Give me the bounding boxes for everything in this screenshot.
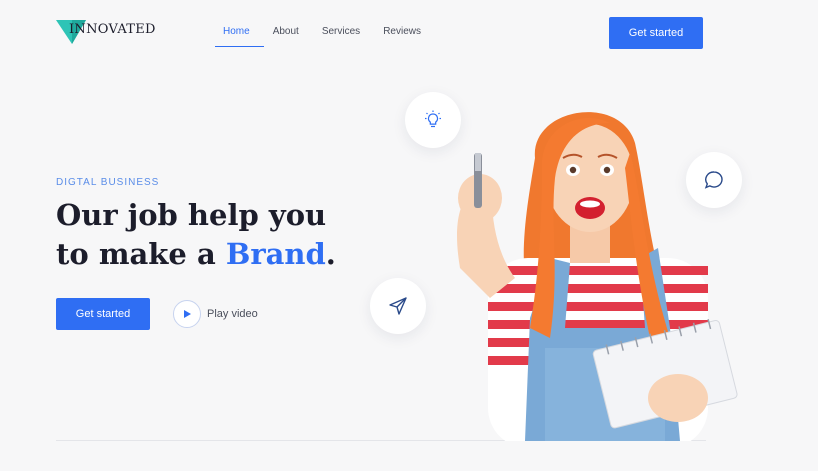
headline-line-1: Our job help you (56, 198, 327, 232)
hero-get-started-button[interactable]: Get started (56, 298, 150, 330)
nav-item-reviews[interactable]: Reviews (383, 26, 421, 45)
headline-highlight: Brand (225, 237, 326, 271)
send-bubble (370, 278, 426, 334)
nav-item-about[interactable]: About (273, 26, 299, 45)
play-video-label: Play video (207, 308, 258, 320)
nav-item-home[interactable]: Home (215, 26, 264, 47)
hero-eyebrow: DIGTAL BUSINESS (56, 177, 160, 188)
play-video-button[interactable]: Play video (173, 300, 258, 328)
nav-item-services[interactable]: Services (322, 26, 360, 45)
headline-line-2-prefix: to make a (56, 237, 226, 271)
logo-text: INNOVATED (69, 22, 156, 37)
nav-get-started-button[interactable]: Get started (609, 17, 703, 49)
hero-headline: Our job help you to make a Brand. (56, 196, 416, 274)
hero-person-image (457, 112, 738, 441)
send-icon (389, 297, 407, 315)
main-nav: Home About Services Reviews (215, 26, 444, 47)
play-icon[interactable] (173, 300, 201, 328)
headline-suffix: . (325, 237, 336, 271)
logo[interactable]: INNOVATED (56, 18, 156, 44)
